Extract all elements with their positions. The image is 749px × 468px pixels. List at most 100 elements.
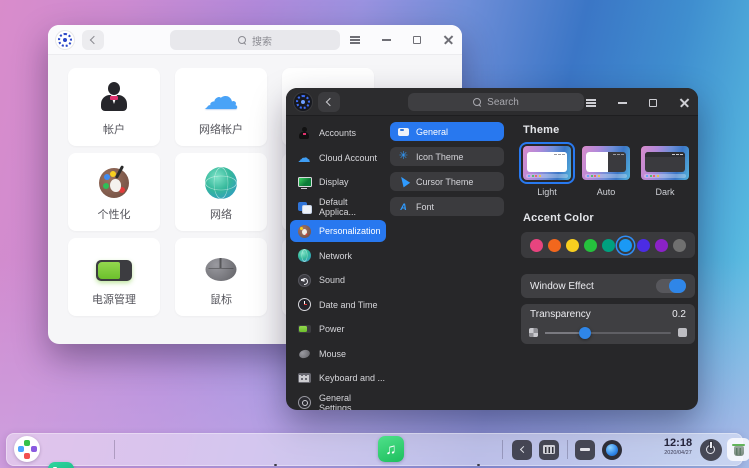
dock-separator: [567, 440, 568, 459]
module-label: 电源管理: [68, 291, 160, 307]
theme-option-light[interactable]: [521, 144, 573, 182]
sidebar-item-date-time[interactable]: Date and Time: [290, 294, 386, 316]
submenu-item-icon-theme[interactable]: ✳ Icon Theme: [390, 147, 504, 166]
accent-dot-orange[interactable]: [548, 239, 561, 252]
submenu-label: General: [416, 127, 448, 137]
tray-expand-icon[interactable]: [512, 440, 532, 460]
running-indicator: [477, 464, 480, 467]
module-label: 网络帐户: [175, 121, 267, 137]
dock-trash-icon[interactable]: [727, 438, 749, 461]
window-effect-toggle[interactable]: [656, 279, 686, 293]
sidebar-label: Accounts: [319, 128, 356, 138]
maximize-button[interactable]: [647, 97, 659, 109]
accent-dot-gray[interactable]: [673, 239, 686, 252]
back-button[interactable]: [318, 92, 340, 112]
sidebar-label: Power: [319, 324, 345, 334]
sidebar-item-general-settings[interactable]: General Settings: [290, 392, 386, 411]
tray-dnd-icon[interactable]: [575, 440, 595, 460]
menu-button[interactable]: [585, 97, 597, 109]
module-card-mouse[interactable]: 鼠标: [175, 238, 267, 316]
sidebar-label: Sound: [319, 275, 345, 285]
cursor-icon: [398, 176, 409, 187]
titlebar[interactable]: Search: [286, 88, 698, 116]
slider-handle[interactable]: [579, 327, 591, 339]
dock-separator: [114, 440, 115, 459]
clock-icon: [298, 298, 311, 311]
back-button[interactable]: [82, 30, 104, 50]
sidebar-item-network[interactable]: Network: [290, 245, 386, 267]
dock-multitasking-icon[interactable]: [48, 462, 74, 468]
apps-icon: [297, 200, 311, 214]
transparency-slider[interactable]: [545, 332, 671, 334]
accent-dot-yellow[interactable]: [566, 239, 579, 252]
battery-icon: [96, 260, 132, 281]
module-card-network[interactable]: 网络: [175, 153, 267, 231]
sidebar-item-display[interactable]: Display: [290, 171, 386, 193]
search-icon: [238, 36, 247, 45]
sidebar-item-personalization[interactable]: Personalization: [290, 220, 386, 242]
accent-dot-purple[interactable]: [655, 239, 668, 252]
accent-dot-green[interactable]: [584, 239, 597, 252]
sidebar-label: Keyboard and ...: [319, 373, 385, 383]
sidebar-item-keyboard[interactable]: Keyboard and ...: [290, 367, 386, 389]
accent-dot-teal[interactable]: [602, 239, 615, 252]
window-effect-row: Window Effect: [521, 274, 695, 298]
search-placeholder: Search: [487, 97, 519, 108]
search-input[interactable]: 搜索: [170, 30, 340, 50]
theme-option-dark[interactable]: [639, 144, 691, 182]
window-effect-label: Window Effect: [530, 281, 594, 292]
menu-button[interactable]: [349, 34, 361, 46]
sidebar-item-cloud-account[interactable]: ☁ Cloud Account: [290, 147, 386, 169]
submenu-item-general[interactable]: General: [390, 122, 504, 141]
search-input[interactable]: Search: [408, 93, 584, 111]
module-card-accounts[interactable]: 帐户: [68, 68, 160, 146]
palette-icon: [298, 225, 311, 238]
sidebar-label: Default Applica...: [319, 197, 386, 217]
module-card-personalization[interactable]: 个性化: [68, 153, 160, 231]
maximize-button[interactable]: [411, 34, 423, 46]
clock-date: 2020/04/27: [658, 451, 698, 457]
accent-dot-pink[interactable]: [530, 239, 543, 252]
sidebar-item-accounts[interactable]: Accounts: [290, 122, 386, 144]
minimize-button[interactable]: [616, 97, 628, 109]
titlebar[interactable]: 搜索: [48, 25, 462, 55]
tray-keyboard-layout-icon[interactable]: [539, 440, 559, 460]
theme-heading: Theme: [523, 124, 559, 136]
dock-music-icon[interactable]: ♫: [378, 436, 404, 462]
submenu-item-cursor-theme[interactable]: Cursor Theme: [390, 172, 504, 191]
transparency-value: 0.2: [672, 309, 686, 320]
tray-network-icon[interactable]: [602, 440, 622, 460]
control-center-window-dark: Search Accounts ☁ Cloud Account Display …: [286, 88, 698, 410]
submenu-item-font[interactable]: A Font: [390, 197, 504, 216]
dark-theme-preview: [645, 152, 685, 172]
module-card-power[interactable]: 电源管理: [68, 238, 160, 316]
minimize-button[interactable]: [380, 34, 392, 46]
dock-launcher-icon[interactable]: [14, 436, 40, 462]
module-card-cloud-account[interactable]: ☁ 网络帐户: [175, 68, 267, 146]
display-icon: [297, 175, 311, 189]
sidebar-label: General Settings: [319, 393, 386, 411]
dock: ♫ 27 12:18 2020/04/27: [6, 433, 743, 466]
speaker-icon: [298, 274, 311, 287]
search-placeholder: 搜索: [252, 33, 272, 48]
theme-label-dark: Dark: [639, 187, 691, 197]
sidebar-item-default-applications[interactable]: Default Applica...: [290, 196, 386, 218]
sidebar-item-sound[interactable]: Sound: [290, 269, 386, 291]
user-icon: [97, 82, 131, 118]
theme-option-auto[interactable]: [580, 144, 632, 182]
accent-dot-indigo[interactable]: [637, 239, 650, 252]
sidebar-item-mouse[interactable]: Mouse: [290, 343, 386, 365]
accent-dot-blue-selected[interactable]: [619, 239, 632, 252]
sidebar-item-power[interactable]: Power: [290, 318, 386, 340]
module-label: 帐户: [68, 121, 160, 137]
dock-shutdown-icon[interactable]: [700, 439, 722, 461]
dock-clock[interactable]: 12:18 2020/04/27: [658, 438, 698, 457]
close-button[interactable]: [442, 34, 454, 46]
transparency-label: Transparency: [530, 309, 591, 320]
transparency-min-icon: [529, 328, 538, 337]
submenu-label: Icon Theme: [416, 152, 463, 162]
chevron-left-icon: [90, 36, 98, 44]
cloud-icon: ☁: [297, 151, 311, 165]
close-button[interactable]: [678, 97, 690, 109]
globe-icon: [298, 249, 311, 262]
